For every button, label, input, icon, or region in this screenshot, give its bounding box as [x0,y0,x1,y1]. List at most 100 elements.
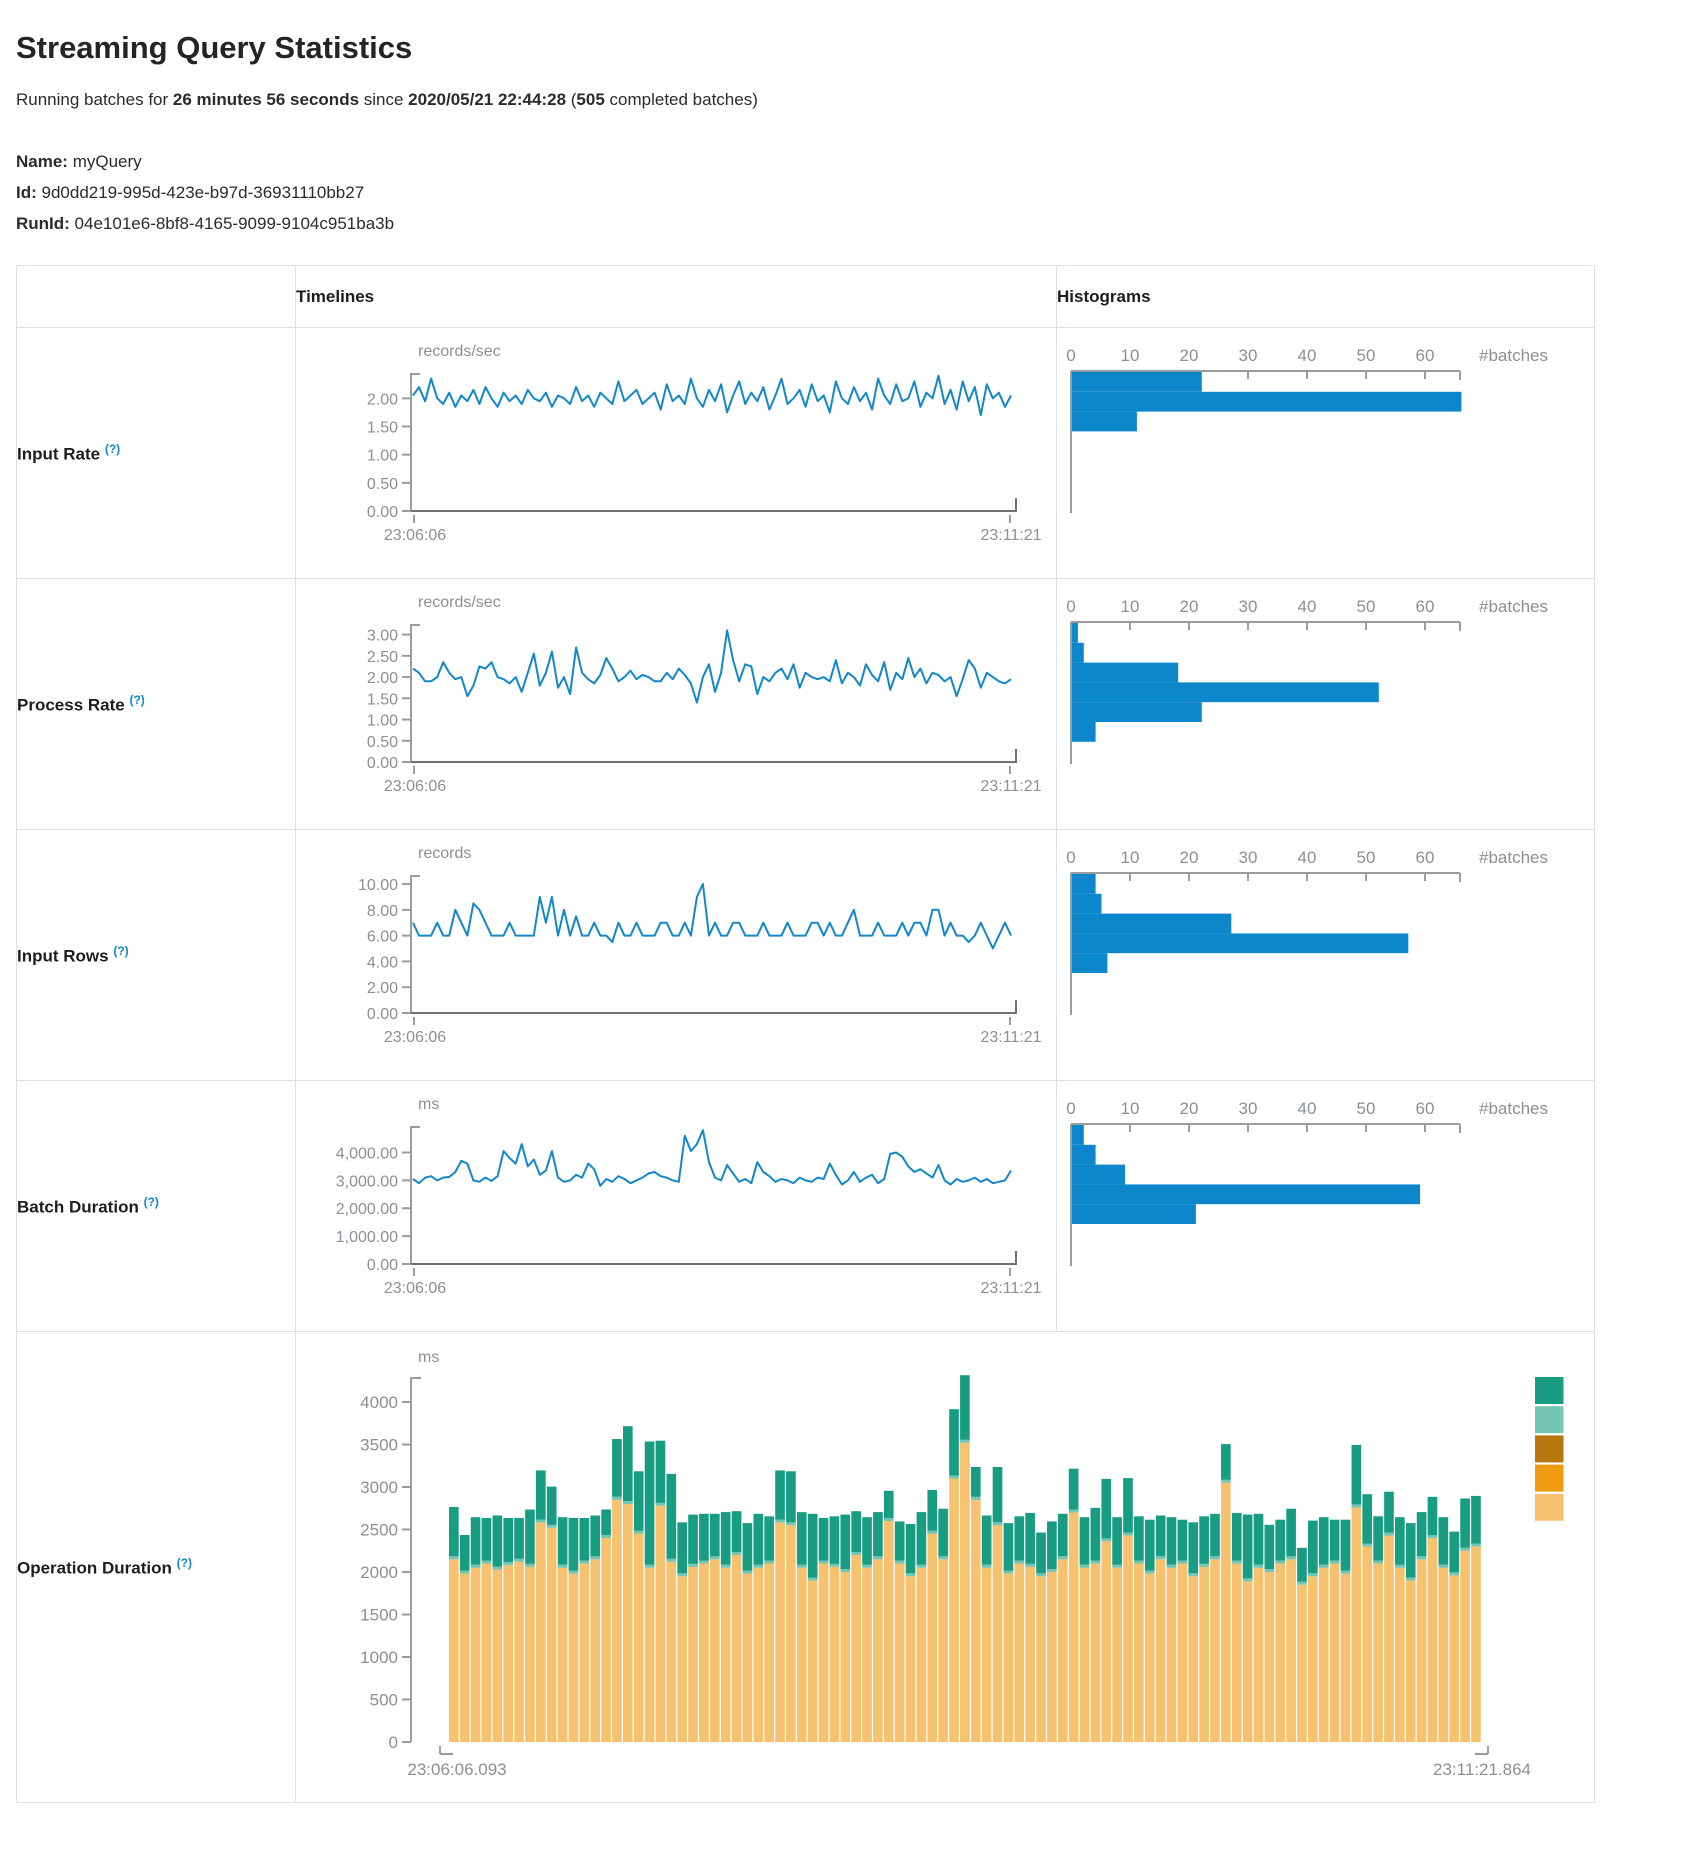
svg-text:#batches: #batches [1479,1099,1548,1118]
svg-text:6.00: 6.00 [367,929,398,946]
operation-duration-stacked-chart: ms4000350030002500200015001000500023:06:… [296,1332,1593,1802]
svg-text:20: 20 [1180,1099,1199,1118]
svg-text:3,000.00: 3,000.00 [336,1173,398,1190]
process-rate-histogram-chart: 0102030405060#batches [1057,579,1594,829]
svg-text:4000: 4000 [360,1393,398,1412]
operation-duration-row: Operation Duration (?) ms400035003000250… [17,1332,1595,1803]
svg-text:10: 10 [1121,346,1140,365]
timelines-header: Timelines [296,266,1057,328]
operation-duration-help-icon[interactable]: (?) [177,1556,192,1570]
summary-since: since [359,90,408,109]
svg-text:23:11:21: 23:11:21 [980,1029,1041,1046]
svg-text:23:06:06: 23:06:06 [384,527,446,544]
svg-text:1000: 1000 [360,1648,398,1667]
svg-text:40: 40 [1298,597,1317,616]
input-rows-help-icon[interactable]: (?) [113,944,128,958]
input-rate-histogram-chart: 0102030405060#batches [1057,328,1594,578]
input-rate-label: Input Rate (?) [17,328,296,579]
svg-text:0: 0 [389,1733,398,1752]
svg-text:3000: 3000 [360,1478,398,1497]
input-rate-help-icon[interactable]: (?) [105,442,120,456]
statistics-table: Timelines Histograms Input Rate (?) reco… [16,265,1595,1803]
svg-text:1.50: 1.50 [367,691,398,708]
svg-text:8.00: 8.00 [367,903,398,920]
svg-text:30: 30 [1239,1099,1258,1118]
svg-text:records/sec: records/sec [418,594,501,611]
svg-text:2000: 2000 [360,1563,398,1582]
svg-text:0.00: 0.00 [367,1006,398,1023]
svg-text:23:06:06.093: 23:06:06.093 [407,1760,506,1779]
svg-text:2,000.00: 2,000.00 [336,1201,398,1218]
query-id-line: Id: 9d0dd219-995d-423e-b97d-36931110bb27 [16,177,1693,208]
svg-text:30: 30 [1239,848,1258,867]
svg-text:records: records [418,845,471,862]
svg-text:#batches: #batches [1479,597,1548,616]
running-duration: 26 minutes 56 seconds [173,90,359,109]
svg-text:0.00: 0.00 [367,504,398,521]
process-rate-timeline-chart: records/sec 3.00 2.50 2.00 1.50 1.00 0.50 0.00 2… [296,579,1056,829]
batch-duration-timeline-cell: ms4,000.003,000.002,000.001,000.000.0023… [296,1081,1057,1332]
svg-text:3.00: 3.00 [367,628,398,645]
svg-text:23:11:21: 23:11:21 [980,778,1041,795]
batch-duration-help-icon[interactable]: (?) [144,1195,159,1209]
histograms-header: Histograms [1057,266,1595,328]
svg-text:0.00: 0.00 [367,1257,398,1274]
svg-text:40: 40 [1298,848,1317,867]
batch-duration-label: Batch Duration (?) [17,1081,296,1332]
svg-text:#batches: #batches [1479,848,1548,867]
input-rate-histogram-cell: 0102030405060#batches [1057,328,1595,579]
svg-text:20: 20 [1180,848,1199,867]
svg-text:30: 30 [1239,346,1258,365]
header-row: Timelines Histograms [17,266,1595,328]
svg-text:1.00: 1.00 [367,713,398,730]
svg-text:50: 50 [1357,346,1376,365]
start-timestamp: 2020/05/21 22:44:28 [408,90,566,109]
svg-text:40: 40 [1298,346,1317,365]
input-rows-timeline-cell: records 10.00 8.00 6.00 4.00 2.00 0.00 23:06:06… [296,830,1057,1081]
svg-text:1,000.00: 1,000.00 [336,1229,398,1246]
svg-text:60: 60 [1416,848,1435,867]
batch-duration-histogram-chart: 0102030405060#batches [1057,1081,1594,1331]
svg-text:2.00: 2.00 [367,670,398,687]
svg-text:30: 30 [1239,597,1258,616]
svg-text:1.00: 1.00 [367,448,398,465]
batch-duration-histogram-cell: 0102030405060#batches [1057,1081,1595,1332]
summary-prefix: Running batches for [16,90,173,109]
svg-text:2500: 2500 [360,1521,398,1540]
input-rate-timeline-cell: records/sec2.001.501.000.500.0023:06:062… [296,328,1057,579]
svg-text:60: 60 [1416,346,1435,365]
query-name-value: myQuery [68,152,142,171]
svg-text:2.50: 2.50 [367,649,398,666]
svg-text:0.00: 0.00 [367,755,398,772]
svg-text:23:06:06: 23:06:06 [384,778,446,795]
completed-batches-count: 505 [576,90,604,109]
svg-text:2.00: 2.00 [367,391,398,408]
process-rate-label: Process Rate (?) [17,579,296,830]
svg-text:10.00: 10.00 [358,877,398,894]
svg-text:10: 10 [1121,848,1140,867]
empty-header-cell [17,266,296,328]
svg-text:60: 60 [1416,1099,1435,1118]
batch-duration-row: Batch Duration (?) ms4,000.003,000.002,0… [17,1081,1595,1332]
input-rows-histogram-cell: 0102030405060#batches [1057,830,1595,1081]
process-rate-help-icon[interactable]: (?) [129,693,144,707]
query-info: Name: myQuery Id: 9d0dd219-995d-423e-b97… [16,146,1693,239]
svg-text:50: 50 [1357,1099,1376,1118]
svg-text:40: 40 [1298,1099,1317,1118]
svg-text:2.00: 2.00 [367,980,398,997]
svg-text:23:06:06: 23:06:06 [384,1280,446,1297]
query-id-value: 9d0dd219-995d-423e-b97d-36931110bb27 [37,183,364,202]
svg-text:23:06:06: 23:06:06 [384,1029,446,1046]
input-rate-row: Input Rate (?) records/sec2.001.501.000.… [17,328,1595,579]
page-title: Streaming Query Statistics [16,30,1693,66]
svg-text:20: 20 [1180,597,1199,616]
operation-duration-chart-cell: ms4000350030002500200015001000500023:06:… [296,1332,1595,1803]
process-rate-timeline-cell: records/sec 3.00 2.50 2.00 1.50 1.00 0.50 0.00 2… [296,579,1057,830]
svg-text:20: 20 [1180,346,1199,365]
svg-text:0.50: 0.50 [367,734,398,751]
input-rows-label: Input Rows (?) [17,830,296,1081]
query-name-line: Name: myQuery [16,146,1693,177]
input-rate-timeline-chart: records/sec2.001.501.000.500.0023:06:062… [296,328,1056,578]
svg-text:4.00: 4.00 [367,954,398,971]
svg-text:1500: 1500 [360,1606,398,1625]
